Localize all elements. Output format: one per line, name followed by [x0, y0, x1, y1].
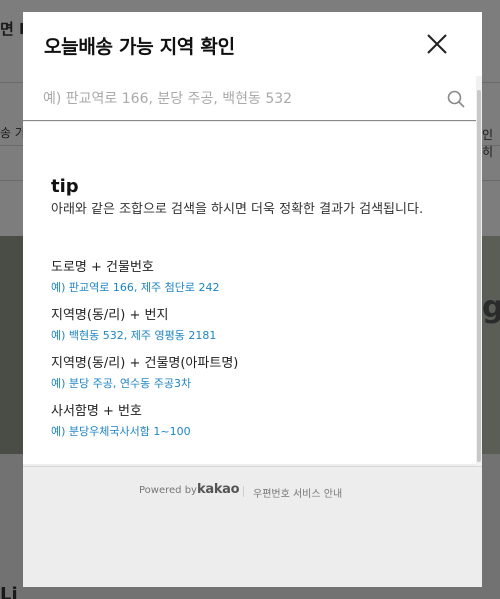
tip-description: 아래와 같은 조합으로 검색을 하시면 더욱 정확한 결과가 검색됩니다.	[51, 202, 424, 217]
background-banner-text: g	[482, 290, 500, 325]
tip-example-label: 사서함명 + 번호	[51, 404, 142, 419]
scrollbar-thumb[interactable]	[477, 90, 481, 462]
background-banner-image	[0, 236, 24, 454]
tip-example-label: 지역명(동/리) + 건물명(아파트명)	[51, 356, 239, 371]
delivery-area-modal: 오늘배송 가능 지역 확인 tip 아래와 같은 조합으로 검색을 하시면 더욱…	[23, 12, 482, 587]
tip-title: tip	[51, 176, 79, 197]
tip-example-label: 지역명(동/리) + 번지	[51, 308, 169, 323]
background-banner-image	[482, 236, 500, 454]
search-icon	[447, 90, 465, 108]
postcode-search-frame: tip 아래와 같은 조합으로 검색을 하시면 더욱 정확한 결과가 검색됩니다…	[23, 76, 482, 587]
tip-example-value: 예) 분당우체국사서함 1~100	[51, 425, 191, 438]
search-button[interactable]	[446, 89, 466, 109]
tip-example-value: 예) 분당 주공, 연수동 주공3차	[51, 377, 192, 390]
footer-divider	[243, 486, 244, 497]
tip-example-value: 예) 판교역로 166, 제주 첨단로 242	[51, 281, 220, 294]
tip-example-value: 예) 백현동 532, 제주 영평동 2181	[51, 329, 217, 342]
postal-service-info-link[interactable]: 우편번호 서비스 안내	[253, 485, 342, 500]
address-search-input[interactable]	[43, 86, 433, 112]
close-icon	[427, 34, 447, 54]
postcode-footer: Powered by kakao 우편번호 서비스 안내	[23, 466, 482, 587]
search-tips-panel: tip 아래와 같은 조합으로 검색을 하시면 더욱 정확한 결과가 검색됩니다…	[23, 122, 476, 464]
close-button[interactable]	[423, 30, 451, 58]
modal-header: 오늘배송 가능 지역 확인	[23, 12, 482, 76]
search-bar	[23, 76, 476, 121]
kakao-logo[interactable]: kakao	[197, 482, 240, 497]
background-tab-fragment: 인히	[482, 128, 494, 159]
background-text-fragment: Li	[0, 584, 18, 599]
powered-by-label: Powered by	[139, 485, 197, 496]
tip-example-label: 도로명 + 건물번호	[51, 260, 154, 275]
background-title-fragment: 면 I	[0, 20, 25, 38]
modal-title: 오늘배송 가능 지역 확인	[44, 36, 235, 58]
